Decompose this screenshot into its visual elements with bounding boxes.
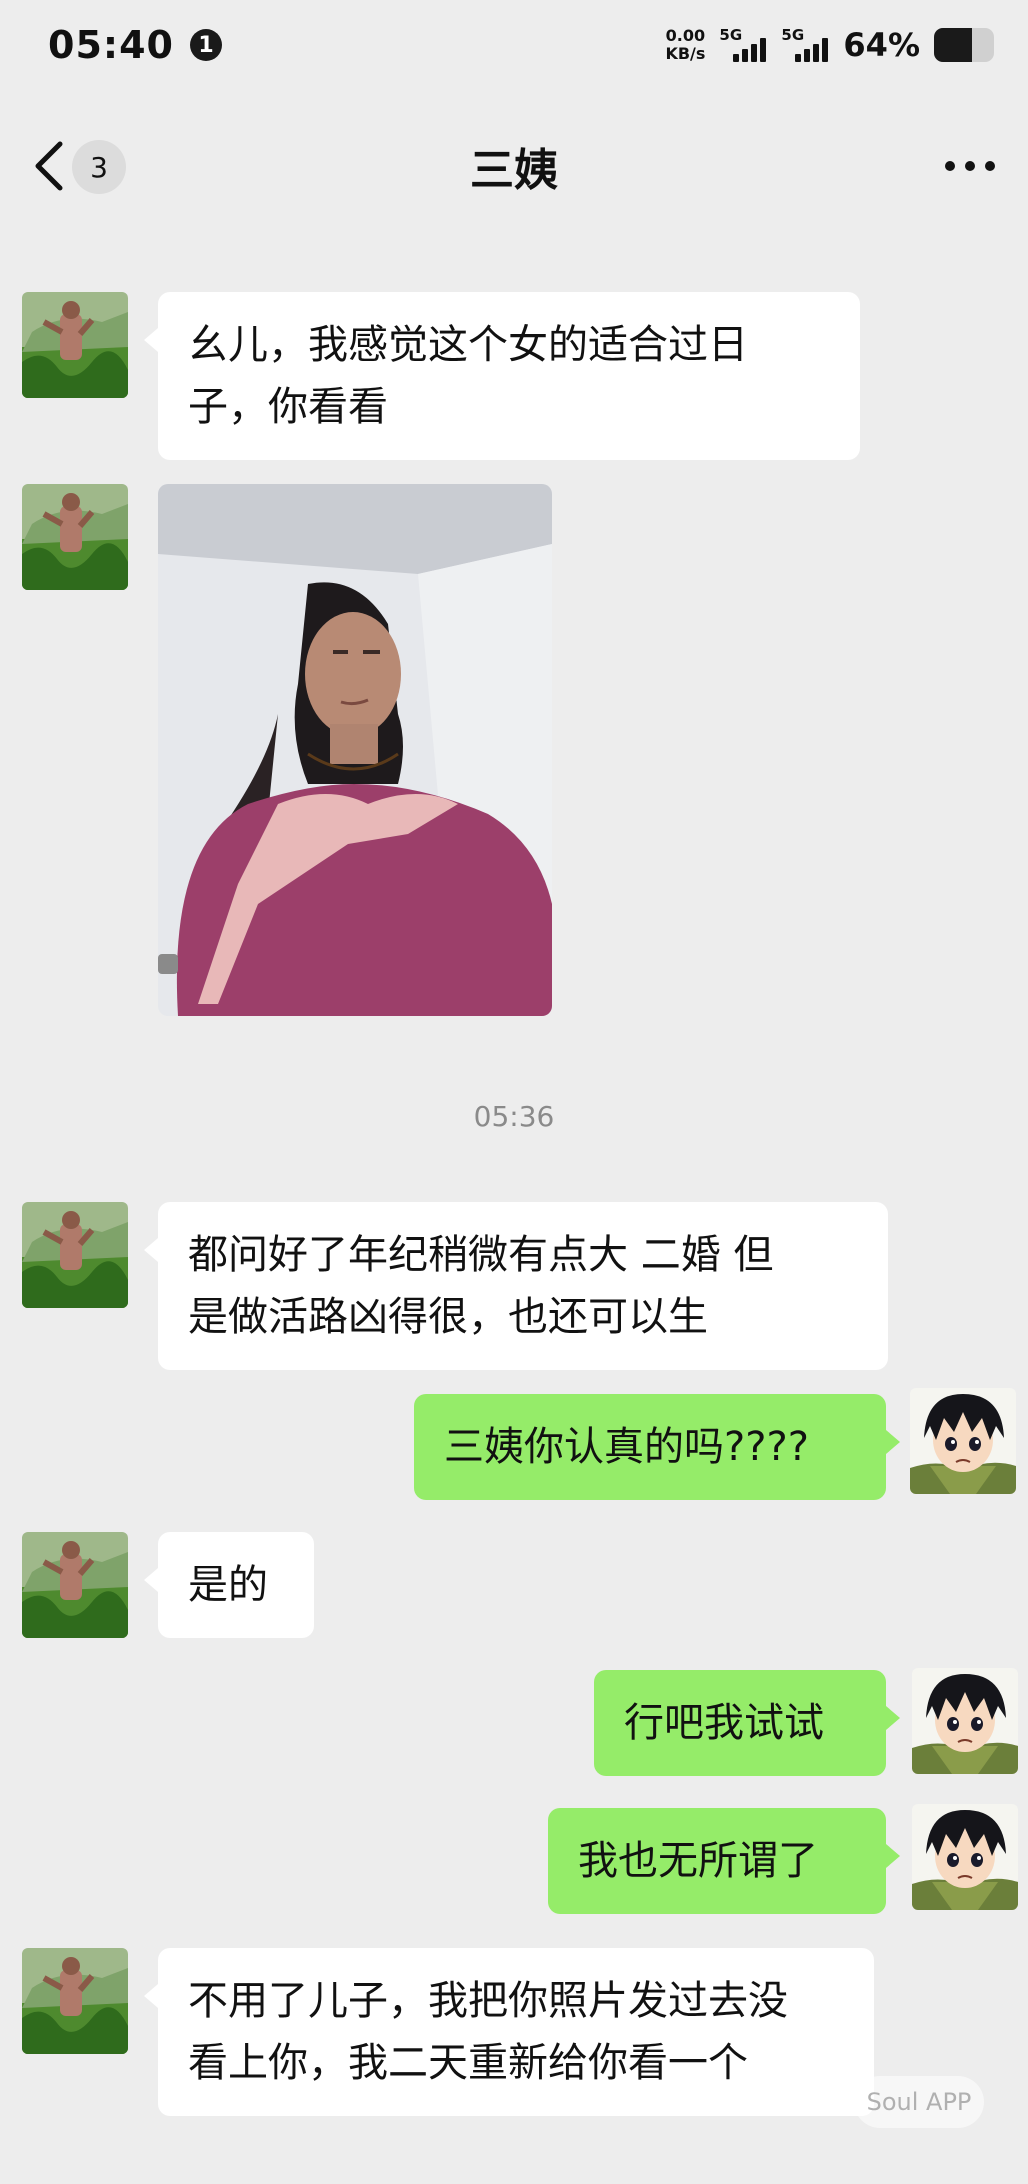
sim1-network-label: 5G <box>719 26 743 44</box>
status-indicators: 0.00 KB/s 5G 5G 64% <box>665 26 994 64</box>
network-speed-value: 0.00 <box>665 26 706 45</box>
status-bar: 05:40 1 0.00 KB/s 5G 5G 64% <box>0 0 1028 90</box>
message-text-line: 都问好了年纪稍微有点大 二婚 但 <box>188 1232 774 1278</box>
watermark: Soul APP <box>854 2076 984 2128</box>
sim2-network-label: 5G <box>781 26 805 44</box>
message-text-line: 是做活路凶得很，也还可以生 <box>188 1294 708 1340</box>
contact-avatar[interactable] <box>22 1532 128 1638</box>
chat-header: 3 三姨 <box>0 110 1028 220</box>
battery-level-fill <box>934 28 973 62</box>
message-text: 是的 <box>188 1562 268 1608</box>
incoming-message[interactable]: 是的 <box>144 1532 314 1638</box>
battery-icon <box>934 28 994 62</box>
message-text-line: 幺儿，我感觉这个女的适合过日 <box>188 322 748 368</box>
outgoing-message[interactable]: 我也无所谓了 <box>548 1808 900 1914</box>
battery-percent: 64% <box>843 26 920 64</box>
message-text: 三姨你认真的吗???? <box>444 1424 809 1470</box>
notification-badge: 1 <box>189 29 222 61</box>
my-avatar[interactable] <box>912 1668 1018 1774</box>
message-text-line: 看上你，我二天重新给你看一个 <box>188 2040 748 2086</box>
network-speed-unit: KB/s <box>665 44 706 63</box>
incoming-message[interactable]: 都问好了年纪稍微有点大 二婚 但 是做活路凶得很，也还可以生 <box>144 1202 888 1370</box>
outgoing-message[interactable]: 三姨你认真的吗???? <box>414 1394 900 1500</box>
message-text-line: 不用了儿子，我把你照片发过去没 <box>188 1978 788 2024</box>
my-avatar[interactable] <box>910 1388 1016 1494</box>
my-avatar[interactable] <box>912 1804 1018 1910</box>
message-text-line: 子，你看看 <box>188 384 388 430</box>
incoming-message[interactable]: 幺儿，我感觉这个女的适合过日 子，你看看 <box>144 292 860 460</box>
incoming-message[interactable]: 不用了儿子，我把你照片发过去没 看上你，我二天重新给你看一个 <box>144 1948 874 2116</box>
chat-title: 三姨 <box>470 145 558 196</box>
message-text: 我也无所谓了 <box>578 1838 818 1884</box>
signal-icon-2: 5G <box>781 26 829 62</box>
contact-avatar[interactable] <box>22 1202 128 1308</box>
contact-avatar[interactable] <box>22 1948 128 2054</box>
shared-photo[interactable] <box>158 484 552 1016</box>
contact-avatar[interactable] <box>22 484 128 590</box>
message-timestamp: 05:36 <box>473 1100 555 1133</box>
more-options-icon[interactable] <box>942 152 998 180</box>
outgoing-message[interactable]: 行吧我试试 <box>594 1670 900 1776</box>
status-time: 05:40 <box>48 23 174 67</box>
message-text: 行吧我试试 <box>624 1700 824 1746</box>
signal-icon: 5G <box>719 26 767 62</box>
contact-avatar[interactable] <box>22 292 128 398</box>
network-speed: 0.00 KB/s <box>665 27 705 63</box>
